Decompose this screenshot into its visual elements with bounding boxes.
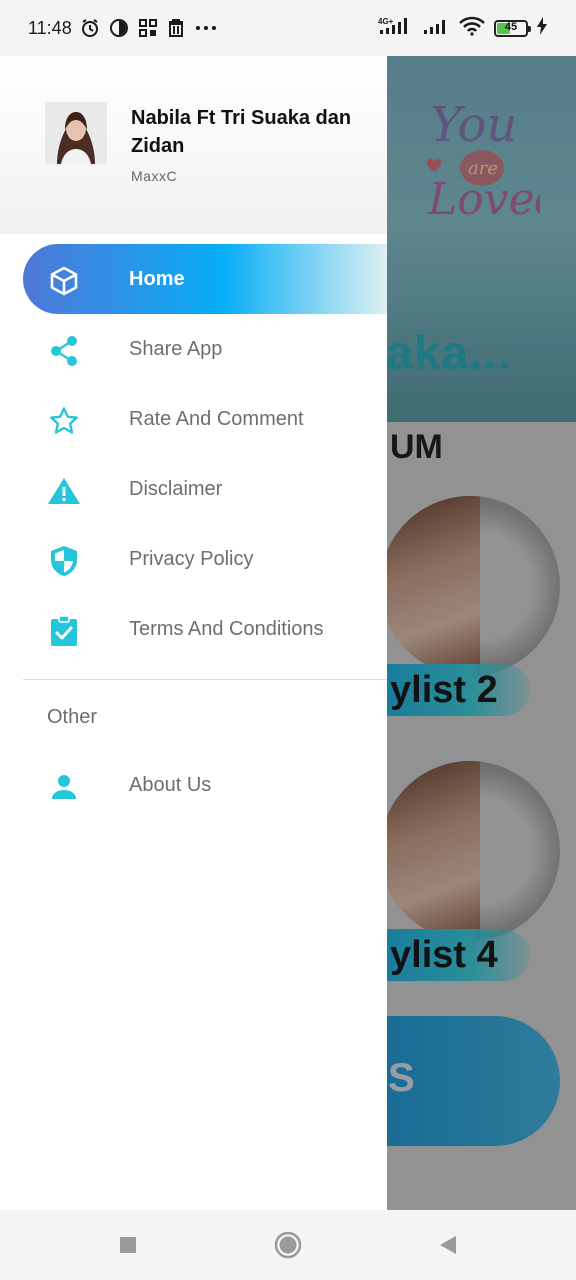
drawer-subtitle: MaxxC	[131, 168, 178, 184]
battery-level: 45	[504, 20, 518, 33]
avatar	[45, 102, 107, 164]
warning-icon	[47, 474, 81, 508]
wifi-icon	[458, 16, 486, 41]
svg-text:4G+: 4G+	[378, 17, 394, 26]
circle-icon	[274, 1231, 302, 1259]
charging-icon	[536, 16, 548, 41]
menu-item-label: Share App	[129, 338, 223, 360]
status-notification-icons	[80, 18, 218, 38]
triangle-back-icon	[440, 1236, 456, 1254]
menu-item-about-us[interactable]: About Us	[23, 750, 387, 820]
menu-item-privacy-policy[interactable]: Privacy Policy	[23, 524, 387, 594]
section-header-other: Other	[47, 706, 98, 728]
grid-icon	[138, 18, 158, 38]
star-icon	[47, 404, 81, 438]
signal-icon	[422, 16, 450, 41]
status-bar: 11:48 4G+ 45	[0, 0, 576, 56]
drawer-divider	[23, 679, 387, 680]
clipboard-check-icon	[47, 614, 81, 648]
menu-item-terms-and-conditions[interactable]: Terms And Conditions	[23, 594, 387, 664]
menu-item-label: Rate And Comment	[129, 408, 304, 430]
menu-item-label: Disclaimer	[129, 478, 223, 500]
recents-button[interactable]	[98, 1220, 158, 1270]
shield-icon	[47, 544, 81, 578]
drawer-title: Nabila Ft Tri Suaka dan Zidan	[131, 107, 352, 157]
battery-icon: 45	[494, 19, 531, 37]
status-time: 11:48	[28, 17, 72, 38]
person-icon	[47, 770, 81, 804]
more-icon	[194, 18, 218, 38]
trash-icon	[167, 18, 185, 38]
data-saver-icon	[109, 18, 129, 38]
menu-item-label: Terms And Conditions	[129, 618, 324, 640]
menu-item-label: Home	[129, 268, 185, 290]
home-button[interactable]	[258, 1220, 318, 1270]
home-cube-icon	[47, 264, 81, 298]
menu-item-rate-and-comment[interactable]: Rate And Comment	[23, 384, 387, 454]
menu-item-disclaimer[interactable]: Disclaimer	[23, 454, 387, 524]
menu-item-label: Privacy Policy	[129, 548, 254, 570]
drawer-header: Nabila Ft Tri Suaka dan Zidan MaxxC	[0, 56, 387, 234]
alarm-icon	[80, 18, 100, 38]
navigation-drawer: Nabila Ft Tri Suaka dan Zidan MaxxC Home…	[0, 56, 387, 1210]
signal-4g-icon: 4G+	[378, 16, 414, 41]
back-button[interactable]	[418, 1220, 478, 1270]
system-navigation-bar	[0, 1210, 576, 1280]
square-icon	[120, 1237, 136, 1253]
share-icon	[47, 334, 81, 368]
menu-item-home[interactable]: Home	[23, 244, 387, 314]
menu-item-label: About Us	[129, 774, 212, 796]
status-system-icons: 4G+ 45	[378, 16, 548, 41]
menu-item-share-app[interactable]: Share App	[23, 314, 387, 384]
